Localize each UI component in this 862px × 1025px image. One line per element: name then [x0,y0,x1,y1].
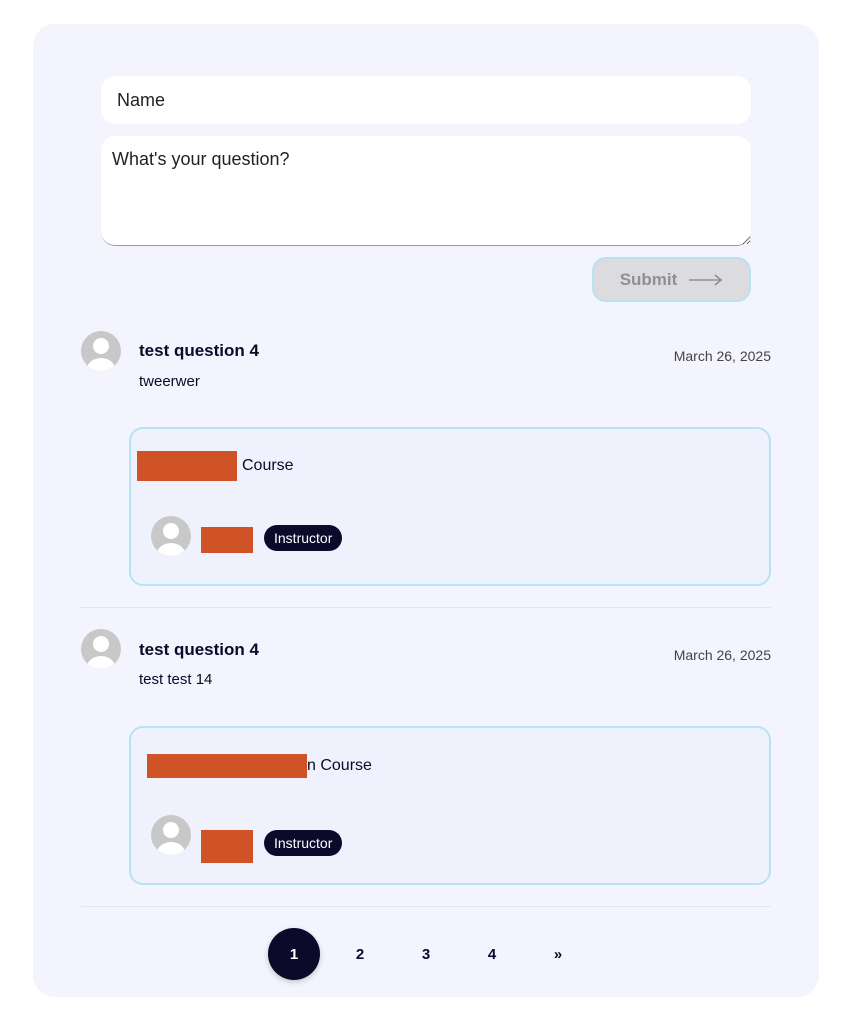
redacted-block [137,451,237,481]
arrow-right-icon [689,273,723,286]
answer-card: Course Instructor [129,427,771,586]
pagination: 1 2 3 4 » [268,928,598,980]
question-input[interactable] [101,136,751,246]
question-title: test question 4 [139,640,259,659]
page-1-button[interactable]: 1 [268,928,320,980]
question-body: tweerwer [139,373,200,390]
submit-label: Submit [619,269,678,289]
instructor-avatar [151,516,191,556]
divider [81,607,771,608]
instructor-badge: Instructor [264,525,343,551]
page-3-button[interactable]: 3 [400,928,452,980]
instructor-avatar [151,815,191,855]
question-date: March 26, 2025 [673,647,771,663]
course-suffix: Course [242,457,294,474]
redacted-block [201,527,253,553]
submit-button[interactable]: Submit [592,257,751,302]
question-date: March 26, 2025 [673,348,771,364]
asker-avatar [81,629,121,669]
instructor-badge: Instructor [264,829,343,856]
course-suffix: n Course [307,757,372,774]
redacted-block [201,830,253,863]
page-4-button[interactable]: 4 [466,928,518,980]
redacted-block [147,754,307,778]
next-page-button[interactable]: » [532,928,584,980]
divider [81,906,771,907]
course-name: Course [137,451,294,481]
asker-avatar [81,331,121,371]
instructor-info: Instructor [201,822,343,863]
question-body: test test 14 [139,671,213,688]
question-title: test question 4 [139,341,259,360]
course-name: n Course [147,754,372,778]
page-2-button[interactable]: 2 [334,928,386,980]
instructor-info: Instructor [201,523,343,553]
answer-card: n Course Instructor [129,726,771,885]
name-input[interactable] [101,76,751,124]
